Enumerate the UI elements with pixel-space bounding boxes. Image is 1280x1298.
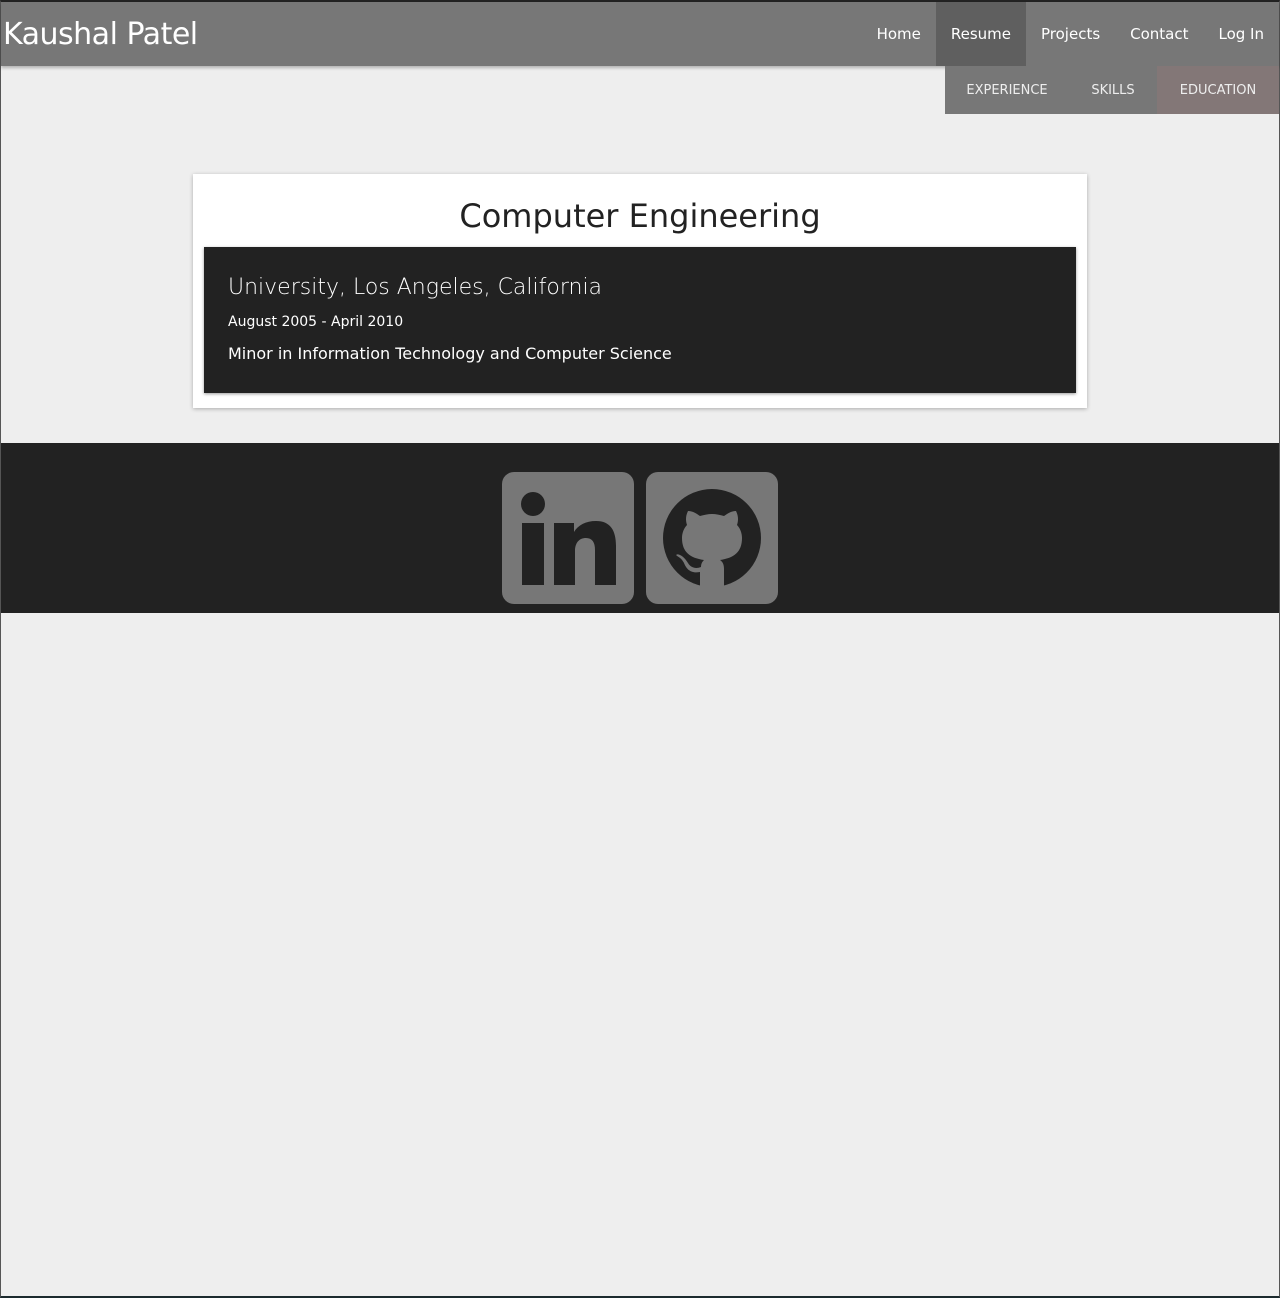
nav-resume-link[interactable]: Resume <box>935 2 1026 66</box>
nav-contact-link[interactable]: Contact <box>1115 2 1203 66</box>
main-nav: Home Resume Projects Contact Log In <box>862 2 1279 66</box>
attendance-dates: August 2005 - April 2010 <box>228 314 404 330</box>
tab-education[interactable]: EDUCATION <box>1157 66 1279 114</box>
tab-skills[interactable]: SKILLS <box>1069 66 1157 114</box>
site-brand[interactable]: Kaushal Patel <box>3 16 198 54</box>
tab-experience[interactable]: EXPERIENCE <box>945 66 1069 114</box>
nav-projects-link[interactable]: Projects <box>1026 2 1115 66</box>
site-footer <box>1 443 1279 613</box>
github-icon[interactable] <box>646 472 778 604</box>
linkedin-icon-graphic <box>502 472 634 604</box>
top-navbar: Kaushal Patel Home Resume Projects Conta… <box>1 2 1279 66</box>
education-entry: University, Los Angeles, California Augu… <box>204 247 1076 393</box>
education-description: Minor in Information Technology and Comp… <box>228 344 672 363</box>
linkedin-icon[interactable] <box>502 472 634 604</box>
nav-home-link[interactable]: Home <box>862 2 936 66</box>
github-icon-graphic <box>646 472 778 604</box>
nav-login-link[interactable]: Log In <box>1204 2 1280 66</box>
education-card: Computer Engineering University, Los Ang… <box>193 174 1087 408</box>
degree-title: Computer Engineering <box>459 197 821 235</box>
school-name: University, Los Angeles, California <box>228 275 603 300</box>
resume-subnav: EXPERIENCE SKILLS EDUCATION <box>945 66 1279 114</box>
